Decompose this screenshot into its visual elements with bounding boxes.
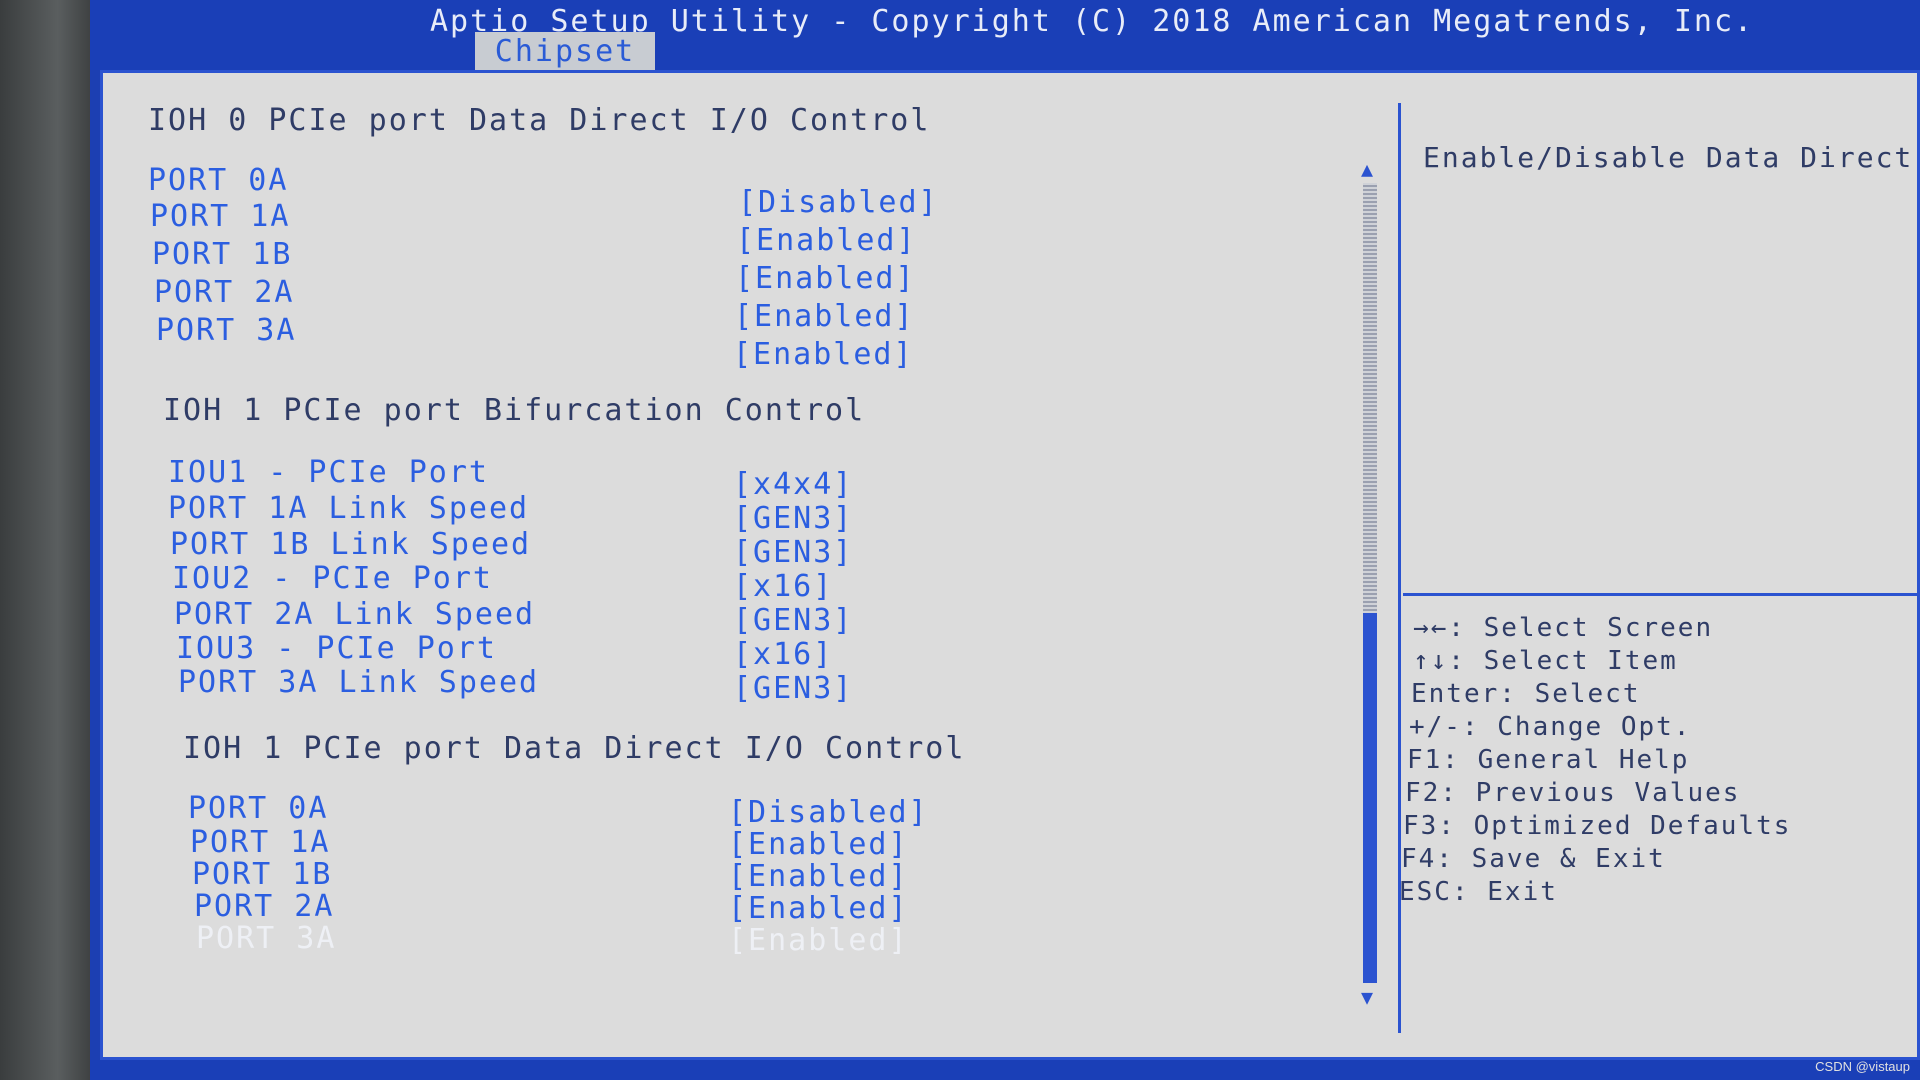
ioh0-port-0a-label[interactable]: PORT 0A [148, 163, 288, 198]
key-hint-select-item: ↑↓: Select Item [1413, 646, 1678, 676]
ioh0-port-2a-label[interactable]: PORT 2A [154, 275, 294, 310]
iou3-pcie-port-label[interactable]: IOU3 - PCIe Port [176, 631, 497, 666]
title-bar: Aptio Setup Utility - Copyright (C) 2018… [90, 0, 1920, 72]
tab-chipset[interactable]: Chipset [475, 32, 655, 72]
key-hint-change-opt: +/-: Change Opt. [1409, 712, 1692, 742]
ioh1-port-0a-label[interactable]: PORT 0A [188, 791, 328, 826]
ioh0-port-1a-label[interactable]: PORT 1A [150, 199, 290, 234]
settings-list: IOH 0 PCIe port Data Direct I/O Control … [123, 93, 1373, 1043]
ioh1-port-0a-value[interactable]: [Disabled] [728, 795, 929, 830]
ioh0-port-1a-value[interactable]: [Enabled] [736, 223, 917, 258]
iou1-pcie-port-value[interactable]: [x4x4] [733, 467, 853, 502]
key-hint-esc-exit: ESC: Exit [1399, 877, 1558, 907]
bottom-bar [90, 1060, 1920, 1080]
ioh0-port-3a-label[interactable]: PORT 3A [156, 313, 296, 348]
ioh0-port-1b-label[interactable]: PORT 1B [152, 237, 292, 272]
iou2-pcie-port-label[interactable]: IOU2 - PCIe Port [172, 561, 493, 596]
port-2a-link-speed-label[interactable]: PORT 2A Link Speed [174, 597, 535, 632]
ioh1-port-1b-value[interactable]: [Enabled] [728, 859, 909, 894]
ioh1-port-2a-label[interactable]: PORT 2A [194, 889, 334, 924]
port-3a-link-speed-label[interactable]: PORT 3A Link Speed [178, 665, 539, 700]
ioh1-port-1a-value[interactable]: [Enabled] [728, 827, 909, 862]
ioh1-port-2a-value[interactable]: [Enabled] [728, 891, 909, 926]
ioh0-port-0a-value[interactable]: [Disabled] [738, 185, 939, 220]
watermark: CSDN @vistaup [1815, 1059, 1910, 1074]
port-2a-link-speed-value[interactable]: [GEN3] [733, 603, 853, 638]
port-3a-link-speed-value[interactable]: [GEN3] [733, 671, 853, 706]
key-hint-optimized-defaults: F3: Optimized Defaults [1403, 811, 1792, 841]
iou2-pcie-port-value[interactable]: [x16] [733, 569, 833, 604]
key-hint-general-help: F1: General Help [1407, 745, 1690, 775]
ioh1-port-3a-label-selected[interactable]: PORT 3A [196, 921, 336, 956]
ioh0-port-1b-value[interactable]: [Enabled] [735, 261, 916, 296]
iou1-pcie-port-label[interactable]: IOU1 - PCIe Port [168, 455, 489, 490]
key-hint-enter: Enter: Select [1411, 679, 1641, 709]
scroll-down-arrow-icon[interactable]: ▼ [1361, 985, 1373, 1009]
ioh0-port-3a-value[interactable]: [Enabled] [733, 337, 914, 372]
key-hint-select-screen: →←: Select Screen [1413, 613, 1714, 643]
scroll-up-arrow-icon[interactable]: ▲ [1361, 157, 1373, 181]
section-heading-ioh1-bifurcation: IOH 1 PCIe port Bifurcation Control [163, 393, 866, 428]
port-1a-link-speed-label[interactable]: PORT 1A Link Speed [168, 491, 529, 526]
key-hint-save-exit: F4: Save & Exit [1401, 844, 1666, 874]
main-panel: IOH 0 PCIe port Data Direct I/O Control … [100, 70, 1920, 1060]
section-heading-ioh0-ddio: IOH 0 PCIe port Data Direct I/O Control [148, 103, 931, 138]
monitor-bezel: Aptio Setup Utility - Copyright (C) 2018… [0, 0, 1920, 1080]
key-hint-previous-values: F2: Previous Values [1405, 778, 1741, 808]
bios-screen: Aptio Setup Utility - Copyright (C) 2018… [90, 0, 1920, 1080]
ioh1-port-1a-label[interactable]: PORT 1A [190, 825, 330, 860]
ioh1-port-3a-value-selected[interactable]: [Enabled] [728, 923, 909, 958]
help-divider [1403, 593, 1920, 596]
section-heading-ioh1-ddio: IOH 1 PCIe port Data Direct I/O Control [183, 731, 966, 766]
port-1a-link-speed-value[interactable]: [GEN3] [733, 501, 853, 536]
scrollbar-thumb[interactable] [1363, 613, 1377, 983]
help-description: Enable/Disable Data Direct I/O [1423, 141, 1920, 174]
port-1b-link-speed-label[interactable]: PORT 1B Link Speed [170, 527, 531, 562]
ioh1-port-1b-label[interactable]: PORT 1B [192, 857, 332, 892]
port-1b-link-speed-value[interactable]: [GEN3] [733, 535, 853, 570]
iou3-pcie-port-value[interactable]: [x16] [733, 637, 833, 672]
ioh0-port-2a-value[interactable]: [Enabled] [734, 299, 915, 334]
